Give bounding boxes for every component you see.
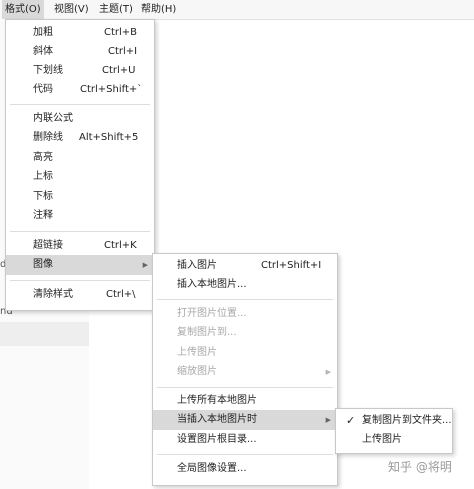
menu-item-label: 复制图片到... — [177, 327, 237, 338]
menu-item-set-image-root[interactable]: 设置图片根目录... — [153, 430, 337, 450]
menu-item-clear-format[interactable]: 清除样式 Ctrl+\ — [6, 285, 154, 305]
menu-item-open-image-location[interactable]: 打开图片位置... — [153, 304, 337, 324]
menu-item-label: 内联公式 — [33, 113, 73, 124]
menu-item-bold[interactable]: 加粗 Ctrl+B — [6, 23, 154, 43]
menu-item-shortcut: Alt+Shift+5 — [79, 132, 139, 143]
menu-item-superscript[interactable]: 上标 — [6, 167, 154, 187]
menu-item-label: 图像 — [33, 259, 53, 270]
checkmark-icon: ✓ — [346, 414, 356, 427]
menu-item-hyperlink[interactable]: 超链接 Ctrl+K — [6, 236, 154, 256]
format-menu: 加粗 Ctrl+B 斜体 Ctrl+I 下划线 Ctrl+U 代码 Ctrl+S… — [5, 19, 155, 311]
menu-item-label: 删除线 — [33, 132, 63, 143]
menu-item-label: 下划线 — [33, 65, 63, 76]
menu-item-subscript[interactable]: 下标 — [6, 187, 154, 207]
menu-item-label: 高亮 — [33, 152, 53, 163]
insert-action-submenu: ✓ 复制图片到文件夹... 上传图片 — [335, 408, 453, 454]
menu-item-upload-on-insert[interactable]: 上传图片 — [336, 430, 452, 450]
menu-bar: 格式(O) 视图(V) 主题(T) 帮助(H) — [0, 0, 474, 20]
menu-item-label: 注释 — [33, 210, 53, 221]
menu-item-label: 斜体 — [33, 46, 53, 57]
menu-item-label: 当插入本地图片时 — [177, 414, 257, 425]
submenu-arrow-icon: ▶ — [142, 261, 148, 269]
menu-view[interactable]: 视图(V) — [51, 0, 92, 19]
menu-item-label: 上传所有本地图片 — [177, 395, 257, 406]
watermark: 知乎 @将明 — [388, 460, 452, 474]
menu-item-highlight[interactable]: 高亮 — [6, 148, 154, 168]
menu-item-shortcut: Ctrl+Shift+` — [80, 84, 143, 95]
menu-item-insert-local-image[interactable]: 插入本地图片... — [153, 275, 337, 295]
menu-item-shortcut: Ctrl+K — [104, 240, 137, 251]
menu-item-comment[interactable]: 注释 — [6, 206, 154, 226]
menu-item-copy-to-folder[interactable]: ✓ 复制图片到文件夹... — [336, 411, 452, 431]
menu-item-label: 缩放图片 — [177, 366, 217, 377]
menu-item-shortcut: Ctrl+U — [102, 65, 136, 76]
menu-item-upload-all-local-images[interactable]: 上传所有本地图片 — [153, 391, 337, 411]
menu-item-label: 打开图片位置... — [177, 308, 247, 319]
menu-item-label: 下标 — [33, 191, 53, 202]
menu-item-label: 加粗 — [33, 27, 53, 38]
menu-separator — [157, 299, 333, 300]
menu-help[interactable]: 帮助(H) — [138, 0, 179, 19]
submenu-arrow-icon: ▶ — [325, 368, 331, 376]
menu-separator — [10, 280, 150, 281]
menu-item-italic[interactable]: 斜体 Ctrl+I — [6, 42, 154, 62]
menu-item-zoom-image[interactable]: 缩放图片 ▶ — [153, 362, 337, 382]
menu-item-shortcut: Ctrl+I — [108, 46, 138, 57]
menu-item-label: 上传图片 — [362, 434, 402, 445]
sidebar-selected-row — [0, 322, 89, 346]
menu-item-label: 全局图像设置... — [177, 463, 247, 474]
menu-item-when-insert-local-image[interactable]: 当插入本地图片时 ▶ — [153, 410, 337, 430]
menu-separator — [10, 104, 150, 105]
menu-item-label: 复制图片到文件夹... — [362, 415, 452, 426]
menu-item-label: 上传图片 — [177, 347, 217, 358]
menu-item-code[interactable]: 代码 Ctrl+Shift+` — [6, 80, 154, 100]
menu-item-inline-math[interactable]: 内联公式 — [6, 109, 154, 129]
menu-item-label: 代码 — [33, 84, 53, 95]
image-submenu: 插入图片 Ctrl+Shift+I 插入本地图片... 打开图片位置... 复制… — [152, 253, 338, 486]
menu-item-image[interactable]: 图像 ▶ — [6, 255, 154, 275]
menu-item-copy-image-to[interactable]: 复制图片到... — [153, 323, 337, 343]
menu-item-global-image-settings[interactable]: 全局图像设置... — [153, 459, 337, 479]
menu-item-insert-image[interactable]: 插入图片 Ctrl+Shift+I — [153, 256, 337, 276]
menu-item-label: 超链接 — [33, 240, 63, 251]
menu-item-label: 清除样式 — [33, 289, 73, 300]
menu-item-upload-image[interactable]: 上传图片 — [153, 343, 337, 363]
menu-separator — [10, 231, 150, 232]
menu-item-strikethrough[interactable]: 删除线 Alt+Shift+5 — [6, 128, 154, 148]
menu-item-underline[interactable]: 下划线 Ctrl+U — [6, 61, 154, 81]
menu-theme[interactable]: 主题(T) — [96, 0, 136, 19]
menu-format[interactable]: 格式(O) — [2, 0, 44, 19]
menu-separator — [157, 387, 333, 388]
menu-item-label: 插入图片 — [177, 260, 217, 271]
menu-item-shortcut: Ctrl+\ — [106, 289, 136, 300]
menu-item-label: 上标 — [33, 171, 53, 182]
menu-item-label: 设置图片根目录... — [177, 434, 257, 445]
menu-item-shortcut: Ctrl+B — [104, 27, 138, 38]
menu-item-shortcut: Ctrl+Shift+I — [261, 260, 322, 271]
menu-item-label: 插入本地图片... — [177, 279, 247, 290]
menu-separator — [157, 454, 333, 455]
submenu-arrow-icon: ▶ — [325, 416, 331, 424]
